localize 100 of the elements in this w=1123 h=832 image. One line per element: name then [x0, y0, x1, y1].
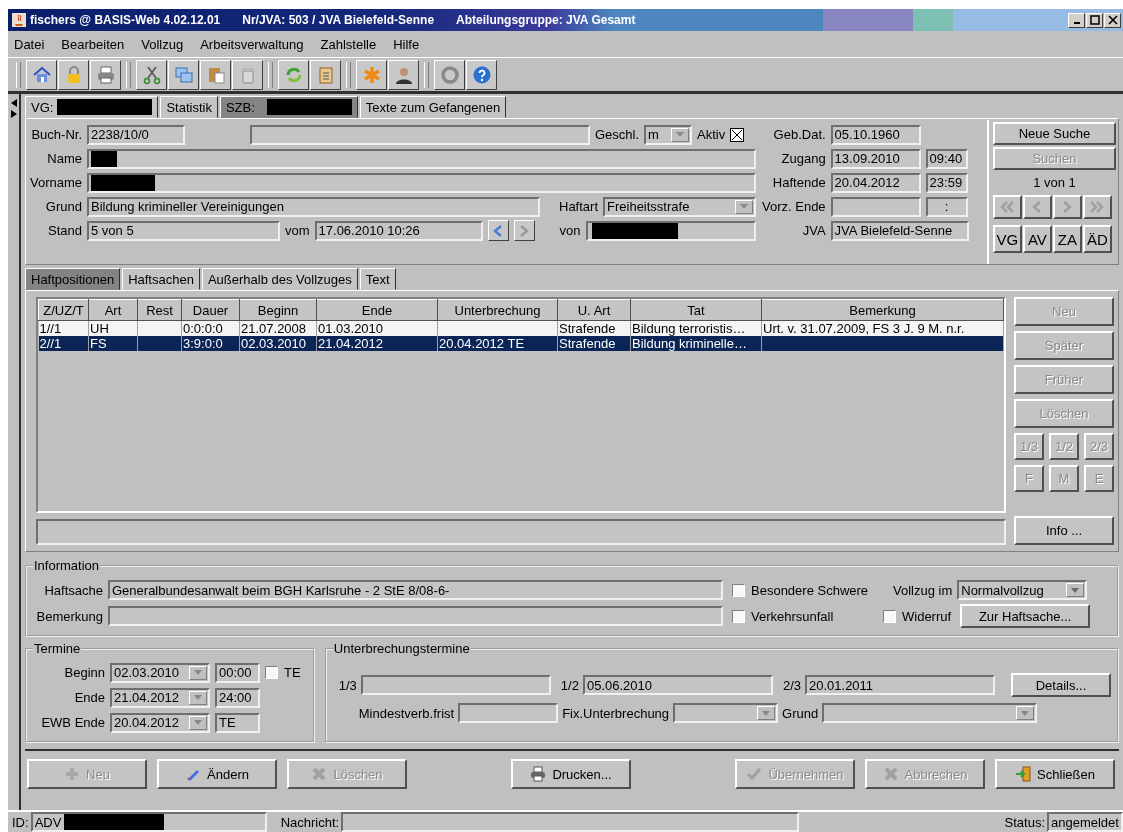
text-field[interactable]	[250, 124, 590, 145]
toolbar-button[interactable]	[26, 59, 57, 90]
tab[interactable]: VG:	[25, 96, 159, 118]
search-button[interactable]: Neue Suche	[992, 122, 1116, 145]
maximize-button[interactable]	[1086, 12, 1103, 28]
column-header[interactable]: Beginn	[239, 299, 317, 321]
column-header[interactable]: Ende	[316, 299, 438, 321]
tab[interactable]: SZB:	[219, 96, 358, 118]
time-field[interactable]: 23:59	[925, 172, 968, 193]
text-field[interactable]: 2238/10/0	[87, 124, 185, 145]
dropdown[interactable]	[822, 703, 1038, 723]
date-dropdown[interactable]: 21.04.2012	[110, 687, 210, 708]
toolbar-button[interactable]	[434, 59, 465, 90]
time-field[interactable]: TE	[215, 712, 260, 733]
previous-button[interactable]	[487, 220, 509, 241]
field-label: Name	[46, 151, 82, 166]
menu-item[interactable]: Hilfe	[393, 36, 420, 52]
checkbox[interactable]: TE	[265, 665, 301, 680]
date-field[interactable]	[360, 675, 551, 695]
edit-button[interactable]: Ändern	[157, 759, 277, 789]
time-field[interactable]: 24:00	[215, 687, 260, 708]
date-field[interactable]: 05.06.2010	[582, 675, 773, 695]
toolbar-button[interactable]	[168, 59, 199, 90]
time-field[interactable]: :	[925, 196, 968, 217]
checkbox[interactable]: Verkehrsunfall	[732, 608, 878, 624]
open-case-button[interactable]: Zur Haftsache...	[960, 604, 1091, 628]
text-field[interactable]	[87, 148, 756, 169]
tab[interactable]: Haftpositionen	[25, 268, 121, 290]
toolbar-button[interactable]	[310, 59, 341, 90]
info-button[interactable]: Info ...	[1014, 516, 1114, 545]
close-button[interactable]	[1104, 12, 1121, 28]
help-button[interactable]	[466, 59, 497, 90]
view-button[interactable]: AV	[1022, 225, 1052, 253]
dropdown[interactable]: Freiheitsstrafe	[603, 196, 756, 217]
column-header[interactable]: U. Art	[557, 299, 631, 321]
toolbar-button[interactable]	[388, 59, 419, 90]
time-field[interactable]: 00:00	[215, 662, 260, 683]
menu-item[interactable]: Vollzug	[141, 36, 184, 52]
date-dropdown[interactable]: 20.04.2012	[110, 712, 210, 733]
menu-item[interactable]: Arbeitsverwaltung	[200, 36, 304, 52]
time-field[interactable]: 09:40	[925, 148, 968, 169]
tab[interactable]: Texte zum Gefangenen	[359, 96, 507, 118]
message-field[interactable]	[36, 519, 1006, 545]
minimize-button[interactable]	[1068, 12, 1085, 28]
text-field[interactable]	[585, 220, 756, 241]
toolbar-button[interactable]	[136, 59, 167, 90]
toolbar-button[interactable]	[90, 59, 121, 90]
text-field[interactable]	[830, 196, 921, 217]
text-field[interactable]: JVA Bielefeld-Senne	[830, 220, 969, 241]
text-field[interactable]: 20.04.2012	[830, 172, 921, 193]
field-label: Haftart	[559, 199, 598, 214]
menu-item[interactable]: Zahlstelle	[320, 36, 377, 52]
column-header[interactable]: Unterbrechung	[437, 299, 558, 321]
column-header[interactable]: Bemerkung	[761, 299, 1004, 321]
print-button[interactable]: Drucken...	[511, 759, 631, 789]
text-field[interactable]: 5 von 5	[87, 220, 280, 241]
next-button[interactable]	[513, 220, 535, 241]
maximize-icon	[1089, 15, 1100, 25]
scissors-icon	[141, 64, 162, 85]
text-field[interactable]: Generalbundesanwalt beim BGH Karlsruhe - 2 StE 8/08-6-	[108, 580, 723, 600]
text-field[interactable]: 17.06.2010 10:26	[314, 220, 483, 241]
tab[interactable]: Text	[359, 268, 396, 290]
details-button[interactable]: Details...	[1011, 673, 1111, 697]
text-field[interactable]: Bildung krimineller Vereinigungen	[87, 196, 540, 217]
toolbar-button[interactable]	[278, 59, 309, 90]
checkbox[interactable]	[730, 127, 745, 142]
column-header[interactable]: Art	[88, 299, 138, 321]
text-field[interactable]	[458, 703, 559, 723]
view-button[interactable]: ÄD	[1082, 225, 1112, 253]
toolbar-button[interactable]	[356, 59, 387, 90]
dropdown[interactable]: m	[644, 124, 693, 145]
field-label: Bemerkung	[35, 608, 103, 624]
toolbar-button[interactable]	[58, 59, 89, 90]
view-button[interactable]: ZA	[1052, 225, 1082, 253]
column-header[interactable]: Dauer	[181, 299, 240, 321]
text-field[interactable]: 13.09.2010	[830, 148, 921, 169]
dropdown[interactable]	[673, 703, 779, 723]
dropdown[interactable]: Normalvollzug	[957, 580, 1088, 600]
checkbox[interactable]: Besondere Schwere	[732, 582, 888, 598]
tab[interactable]: Haftsachen	[122, 268, 200, 290]
tab[interactable]: Statistik	[160, 96, 218, 118]
tab[interactable]: Außerhalb des Vollzuges	[201, 268, 358, 290]
toolbar-button[interactable]	[232, 59, 263, 90]
collapse-arrows-icon[interactable]	[10, 98, 18, 120]
checkbox[interactable]: Widerruf	[883, 608, 952, 624]
text-field[interactable]	[108, 606, 723, 626]
table-row[interactable]: 2//1 FS 3:9:0:0 02.03.2010 21.04.2012 20.04.2012 TE Strafende Bildung kriminelle…	[38, 336, 1004, 351]
column-header[interactable]: Z/UZ/T	[38, 299, 89, 321]
column-header[interactable]: Rest	[137, 299, 182, 321]
view-button[interactable]: VG	[992, 225, 1022, 253]
menu-item[interactable]: Bearbeiten	[61, 36, 125, 52]
date-dropdown[interactable]: 02.03.2010	[110, 662, 210, 683]
toolbar-button[interactable]	[200, 59, 231, 90]
text-field[interactable]	[87, 172, 756, 193]
field-label: Vollzug im	[893, 582, 953, 598]
menu-item[interactable]: Datei	[14, 36, 45, 52]
date-field[interactable]: 20.01.2011	[805, 675, 995, 695]
column-header[interactable]: Tat	[630, 299, 762, 321]
exit-button[interactable]: Schließen	[995, 759, 1115, 789]
text-field[interactable]: 05.10.1960	[830, 124, 921, 145]
